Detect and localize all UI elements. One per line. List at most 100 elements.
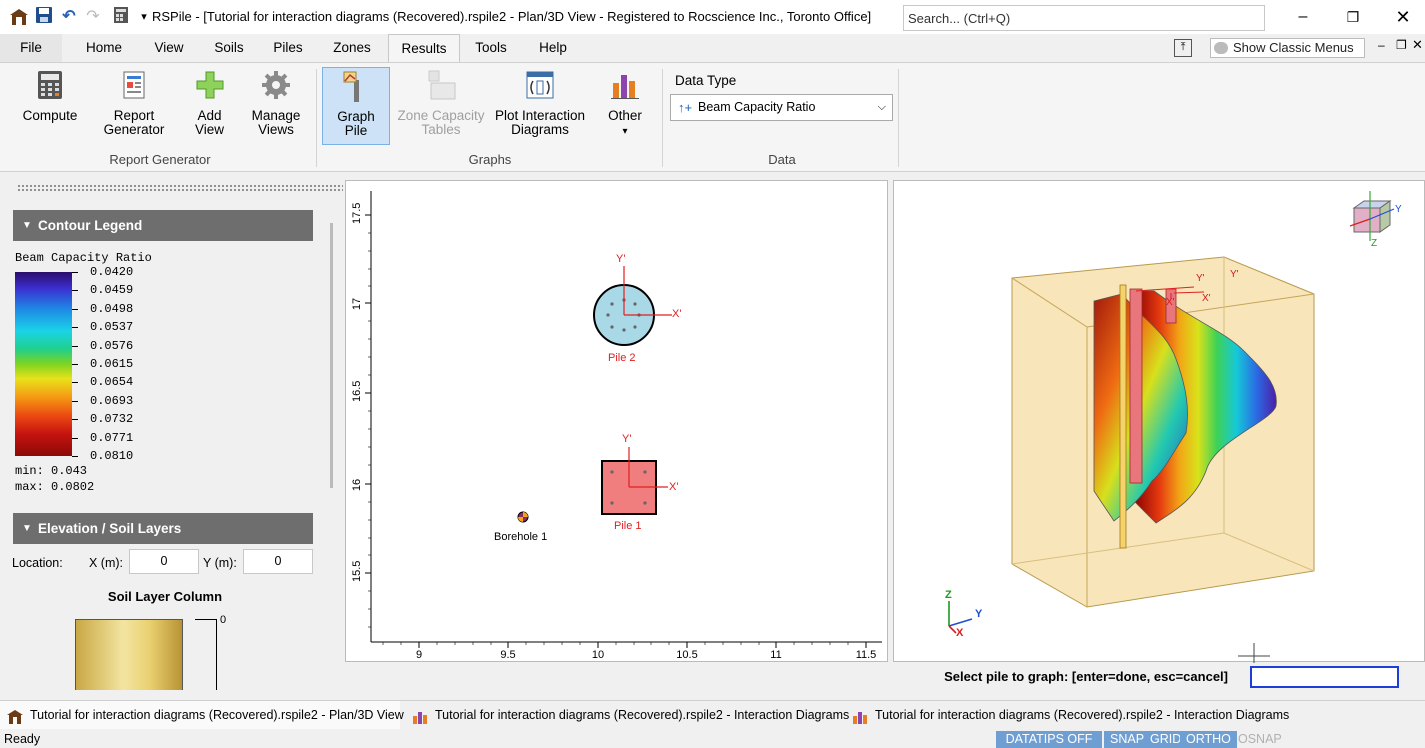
legend-tick: 0.0420: [90, 265, 134, 279]
pile-1[interactable]: [601, 447, 668, 515]
tab-help[interactable]: Help: [528, 34, 578, 62]
ribbon-tabs: File Home View Soils Piles Zones Results…: [0, 34, 1425, 62]
report-generator-label-1: Report: [113, 108, 155, 123]
plot-interaction-diagrams-button[interactable]: Plot Interaction Diagrams: [492, 67, 588, 137]
tab-file[interactable]: File: [0, 34, 62, 62]
left-sidebar: ▼ Contour Legend Beam Capacity Ratio 0.0…: [5, 178, 343, 690]
manage-views-button[interactable]: Manage Views: [243, 67, 309, 137]
elevation-soil-layers-header[interactable]: ▼ Elevation / Soil Layers: [13, 513, 313, 544]
status-ready: Ready: [4, 732, 41, 746]
group-label-report-generator: Report Generator: [109, 152, 211, 167]
soil-layer-column[interactable]: [75, 619, 183, 690]
y-label: Y (m):: [203, 556, 237, 570]
legend-tick: 0.0459: [90, 283, 134, 297]
doc-tab-plan-3d-view[interactable]: Tutorial for interaction diagrams (Recov…: [0, 701, 404, 729]
report-generator-button[interactable]: Report Generator: [98, 67, 170, 137]
manage-views-label-2: Views: [258, 122, 294, 137]
save-icon[interactable]: [33, 6, 55, 28]
close-icon[interactable]: ✕: [1380, 4, 1425, 30]
plot-interaction-label-2: Diagrams: [511, 122, 569, 137]
panel-scrollbar[interactable]: [330, 223, 333, 488]
legend-tick: 0.0654: [90, 375, 134, 389]
window-close-icon[interactable]: ✕: [1412, 37, 1423, 53]
pile-3d[interactable]: [1119, 284, 1127, 549]
3d-view[interactable]: Y' Y' X' X' Y Z Z Y X: [893, 180, 1425, 663]
soil-depth-axis: [195, 619, 217, 690]
legend-tick: 0.0576: [90, 339, 134, 353]
tab-home[interactable]: Home: [72, 34, 136, 62]
window-minimize-icon[interactable]: –: [1378, 38, 1385, 52]
panel-drag-handle[interactable]: [17, 184, 343, 192]
y-input[interactable]: 0: [243, 549, 313, 574]
borehole-1[interactable]: [517, 511, 529, 523]
x-tick-label: 9: [415, 649, 423, 661]
data-type-select[interactable]: ↑+ Beam Capacity Ratio ⌵: [670, 94, 893, 121]
cube-z-label: Z: [1371, 238, 1378, 249]
legend-tick: 0.0810: [90, 449, 134, 463]
calculator-icon: [34, 69, 66, 101]
pile-2[interactable]: [593, 266, 672, 346]
pile-2-x-axis-label: X': [672, 308, 682, 320]
pile-1-x-axis-label: X': [669, 481, 679, 493]
show-classic-menus-toggle[interactable]: Show Classic Menus: [1210, 38, 1365, 58]
bar-chart-icon: [411, 707, 429, 724]
command-prompt-bar: Select pile to graph: [enter=done, esc=c…: [345, 664, 1425, 690]
datatips-toggle[interactable]: DATATIPS OFF: [996, 731, 1102, 748]
add-view-button[interactable]: Add View: [182, 67, 237, 137]
x-input[interactable]: 0: [129, 549, 199, 574]
other-button[interactable]: Other ▾: [598, 67, 652, 139]
tab-view[interactable]: View: [143, 34, 195, 62]
zone-capacity-tables-button[interactable]: Zone Capacity Tables: [395, 67, 487, 137]
x-tick-label: 11.5: [855, 649, 877, 661]
toggle-knob: [1214, 42, 1228, 54]
interaction-diagram-icon: [524, 69, 556, 101]
osnap-toggle[interactable]: OSNAP: [1238, 732, 1282, 746]
undo-icon[interactable]: ↶: [58, 6, 80, 28]
tab-zones[interactable]: Zones: [322, 34, 382, 62]
doc-tab-label: Tutorial for interaction diagrams (Recov…: [875, 708, 1290, 722]
calculator-icon[interactable]: [110, 6, 132, 28]
elevation-header-title: Elevation / Soil Layers: [38, 521, 182, 536]
depth-tick-label: 0: [220, 614, 227, 626]
command-input[interactable]: [1250, 666, 1399, 688]
legend-max: max: 0.0802: [15, 480, 95, 494]
other-dropdown-icon: ▾: [622, 126, 628, 137]
legend-tick: 0.0615: [90, 357, 134, 371]
triad-x-label: X: [956, 627, 964, 639]
add-icon: [194, 69, 226, 101]
plan-view[interactable]: 17.5 17 16.5 16 15.5 9 9.5 10 10.5 11 11…: [345, 180, 888, 662]
chevron-down-icon: ⌵: [877, 101, 886, 113]
tab-tools[interactable]: Tools: [466, 34, 516, 62]
view-cube-icon[interactable]: [1349, 191, 1395, 241]
legend-tick: 0.0732: [90, 412, 134, 426]
minimize-icon[interactable]: –: [1280, 4, 1326, 30]
gear-icon: [260, 69, 292, 101]
pile-2-y-axis-label: Y': [616, 253, 626, 265]
data-type-icon: ↑+: [678, 100, 693, 115]
search-input[interactable]: Search... (Ctrl+Q): [903, 5, 1265, 31]
doc-tab-interaction-diagrams[interactable]: Tutorial for interaction diagrams (Recov…: [405, 701, 849, 729]
graph-pile-button[interactable]: Graph Pile: [322, 67, 390, 145]
redo-icon[interactable]: ↷: [82, 6, 104, 28]
y-tick-label: 15.5: [351, 560, 363, 582]
y-tick-label: 16.5: [351, 380, 363, 402]
tab-piles[interactable]: Piles: [263, 34, 313, 62]
doc-tab-interaction-diagrams-2[interactable]: Tutorial for interaction diagrams (Recov…: [845, 701, 1289, 729]
pile-3d[interactable]: [1129, 288, 1143, 484]
group-separator: [316, 69, 317, 167]
compute-button[interactable]: Compute: [15, 67, 85, 123]
pile-2-label: Pile 2: [608, 352, 636, 364]
window-restore-icon[interactable]: ❐: [1396, 38, 1407, 52]
y-tick-label: 17: [351, 297, 363, 311]
ortho-toggle[interactable]: ORTHO: [1180, 731, 1237, 748]
collapse-ribbon-icon[interactable]: ⤒: [1174, 39, 1192, 57]
table-icon: [425, 69, 457, 101]
tab-soils[interactable]: Soils: [203, 34, 255, 62]
restore-icon[interactable]: ❐: [1330, 4, 1376, 30]
tab-results[interactable]: Results: [388, 34, 460, 62]
contour-legend-header[interactable]: ▼ Contour Legend: [13, 210, 313, 241]
pile-x-axis-label-2: X': [1166, 297, 1175, 308]
pile-1-y-axis-label: Y': [622, 433, 632, 445]
app-logo-icon: [8, 6, 30, 28]
group-label-data: Data: [768, 152, 796, 167]
